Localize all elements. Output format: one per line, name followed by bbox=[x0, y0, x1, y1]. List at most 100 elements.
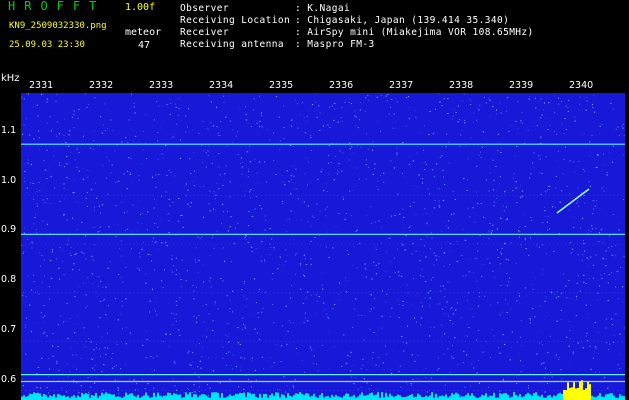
noise-dot bbox=[46, 335, 48, 337]
noise-dot bbox=[290, 144, 292, 146]
histogram-bar bbox=[453, 394, 455, 400]
noise-dot bbox=[506, 110, 508, 112]
noise-dot bbox=[611, 246, 613, 247]
noise-dot bbox=[555, 207, 556, 209]
noise-dot bbox=[209, 190, 211, 192]
noise-dot bbox=[611, 161, 613, 163]
spectrogram bbox=[21, 93, 625, 400]
noise-dot bbox=[391, 98, 393, 100]
noise-dot bbox=[168, 198, 170, 200]
noise-dot bbox=[587, 313, 589, 315]
noise-dot bbox=[121, 305, 123, 307]
noise-dot bbox=[91, 273, 93, 275]
noise-dot bbox=[376, 121, 378, 123]
noise-dot bbox=[31, 247, 33, 249]
noise-dot bbox=[528, 98, 530, 100]
noise-dot bbox=[515, 263, 517, 265]
noise-dot bbox=[426, 391, 428, 393]
noise-dot bbox=[590, 257, 592, 258]
noise-dot bbox=[331, 105, 333, 107]
noise-dot bbox=[145, 282, 147, 284]
noise-dot bbox=[282, 203, 284, 205]
noise-dot bbox=[23, 251, 25, 253]
noise-dot bbox=[315, 101, 317, 103]
histogram-bar bbox=[525, 394, 527, 400]
noise-dot bbox=[165, 191, 167, 193]
histogram-bar bbox=[85, 393, 87, 400]
noise-dot bbox=[603, 153, 605, 155]
noise-dot bbox=[530, 216, 532, 218]
noise-dot bbox=[520, 360, 521, 362]
histogram-bar bbox=[109, 393, 111, 400]
noise-dot bbox=[202, 162, 204, 163]
histogram-bar bbox=[173, 393, 175, 400]
histogram-bar bbox=[469, 395, 471, 400]
noise-dot bbox=[202, 121, 204, 122]
noise-dot bbox=[522, 345, 524, 347]
noise-dot bbox=[452, 191, 454, 193]
histogram-bar bbox=[489, 395, 491, 400]
noise-dot bbox=[251, 360, 253, 362]
noise-dot bbox=[386, 100, 388, 102]
noise-dot bbox=[269, 254, 271, 255]
histogram-bar bbox=[537, 395, 539, 400]
noise-dot bbox=[226, 323, 228, 325]
noise-dot bbox=[335, 226, 337, 228]
noise-dot bbox=[452, 323, 454, 325]
noise-dot bbox=[254, 278, 255, 280]
noise-dot bbox=[376, 96, 378, 98]
noise-dot bbox=[209, 210, 211, 212]
noise-dot bbox=[68, 239, 69, 241]
noise-dot bbox=[217, 132, 219, 134]
noise-dot bbox=[520, 121, 522, 123]
noise-dot bbox=[58, 267, 60, 269]
noise-dot bbox=[445, 225, 447, 227]
noise-dot bbox=[439, 290, 441, 292]
noise-dot bbox=[333, 119, 335, 121]
noise-dot bbox=[420, 274, 422, 276]
noise-dot bbox=[273, 159, 275, 161]
noise-dot bbox=[193, 298, 195, 300]
noise-dot bbox=[402, 172, 403, 174]
noise-dot bbox=[333, 103, 335, 105]
histogram-bar bbox=[53, 394, 55, 400]
noise-dot bbox=[394, 272, 396, 274]
noise-dot bbox=[440, 285, 442, 287]
noise-dot bbox=[25, 324, 27, 326]
noise-dot bbox=[511, 125, 513, 127]
noise-dot bbox=[596, 200, 597, 202]
noise-dot bbox=[259, 161, 261, 163]
noise-dot bbox=[83, 135, 84, 137]
noise-dot bbox=[63, 166, 65, 168]
histogram-bar bbox=[203, 394, 205, 400]
noise-dot bbox=[296, 103, 298, 105]
noise-dot bbox=[386, 353, 388, 355]
noise-dot bbox=[253, 98, 255, 100]
histogram-bar bbox=[221, 393, 223, 400]
noise-dot bbox=[94, 244, 96, 246]
noise-dot bbox=[568, 280, 570, 282]
histogram-bar bbox=[71, 396, 73, 400]
noise-dot bbox=[152, 288, 153, 290]
noise-dot bbox=[329, 106, 330, 108]
noise-dot bbox=[586, 328, 588, 330]
noise-dot bbox=[311, 349, 313, 351]
noise-dot bbox=[548, 102, 550, 104]
file-name: KN9_2509032330.png bbox=[9, 21, 107, 31]
noise-dot bbox=[67, 244, 68, 245]
noise-dot bbox=[352, 265, 354, 266]
noise-dot bbox=[271, 232, 273, 234]
noise-dot bbox=[70, 347, 72, 349]
noise-dot bbox=[156, 101, 158, 103]
noise-dot bbox=[403, 371, 405, 373]
histogram-bar bbox=[397, 394, 399, 400]
noise-dot bbox=[283, 137, 285, 139]
noise-dot bbox=[586, 332, 588, 334]
histogram-bar bbox=[251, 394, 253, 400]
noise-dot bbox=[206, 384, 208, 386]
noise-dot bbox=[416, 321, 417, 323]
noise-dot bbox=[515, 181, 517, 183]
noise-dot bbox=[362, 364, 364, 366]
noise-dot bbox=[216, 106, 217, 108]
noise-dot bbox=[338, 213, 340, 214]
